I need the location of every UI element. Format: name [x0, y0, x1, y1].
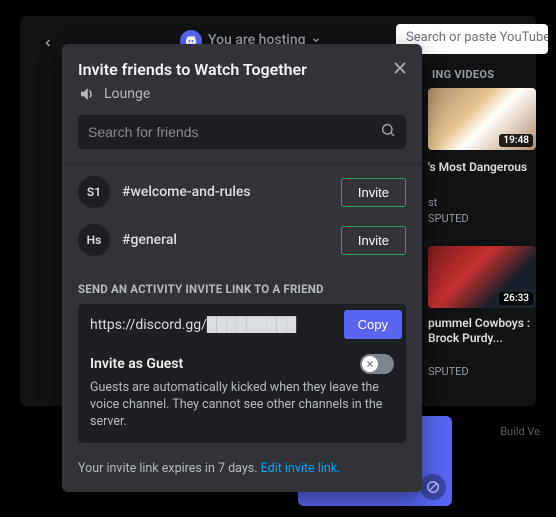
build-version-label: Build Ve — [500, 425, 540, 438]
avatar: S1 — [78, 176, 110, 208]
video-thumbnail[interactable]: 26:33 — [428, 246, 536, 308]
invite-button[interactable]: Invite — [341, 226, 406, 255]
section-label: SEND AN ACTIVITY INVITE LINK TO A FRIEND — [62, 264, 422, 304]
video-channel: SPUTED — [428, 212, 469, 225]
video-thumbnail[interactable]: 19:48 — [428, 88, 536, 150]
invite-modal: Invite friends to Watch Together Lounge … — [62, 44, 422, 492]
invite-row: Hs #general Invite — [78, 224, 406, 256]
avatar: Hs — [78, 224, 110, 256]
trending-section-title: ING VIDEOS — [432, 68, 494, 81]
channel-name: #welcome-and-rules — [122, 184, 329, 200]
video-title[interactable]: pummel Cowboys : Brock Purdy... — [428, 316, 538, 346]
video-subtitle: st — [428, 196, 437, 209]
guest-title: Invite as Guest — [90, 356, 183, 372]
modal-title: Invite friends to Watch Together — [78, 60, 406, 79]
close-button[interactable] — [390, 58, 410, 82]
back-icon[interactable] — [42, 34, 54, 53]
friend-search-input[interactable] — [78, 115, 406, 149]
invite-link-text[interactable]: https://discord.gg/█████████ — [90, 316, 344, 333]
invite-link-row: https://discord.gg/█████████ Copy — [78, 304, 406, 344]
guest-toggle[interactable] — [360, 354, 394, 374]
channel-indicator: Lounge — [78, 85, 406, 103]
channel-name: Lounge — [104, 86, 150, 102]
toggle-knob — [362, 356, 378, 372]
edit-invite-link[interactable]: Edit invite link. — [261, 461, 341, 476]
copy-button[interactable]: Copy — [344, 310, 402, 339]
close-icon — [390, 58, 410, 78]
channel-name: #general — [122, 232, 329, 248]
invite-button[interactable]: Invite — [341, 178, 406, 207]
activity-status-icon — [420, 474, 446, 500]
search-icon — [380, 122, 396, 142]
video-title[interactable]: 's Most Dangerous — [428, 160, 538, 176]
invite-row: S1 #welcome-and-rules Invite — [78, 176, 406, 208]
speaker-icon — [78, 85, 96, 103]
video-channel: SPUTED — [428, 365, 469, 378]
guest-description: Guests are automatically kicked when the… — [90, 380, 394, 431]
close-icon — [365, 359, 375, 369]
guest-option-box: Invite as Guest Guests are automatically… — [78, 344, 406, 443]
modal-footer: Your invite link expires in 7 days. Edit… — [62, 455, 422, 492]
